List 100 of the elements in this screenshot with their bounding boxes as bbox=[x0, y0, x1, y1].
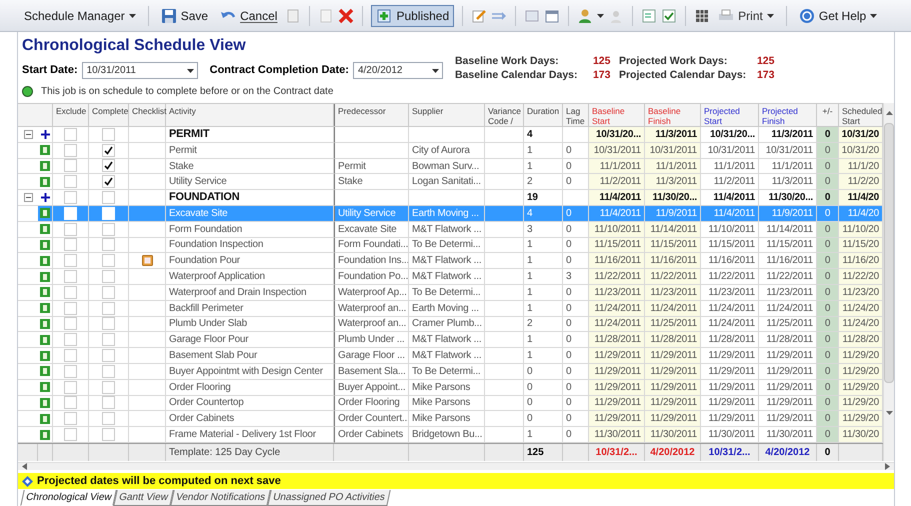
scrollbar-thumb[interactable] bbox=[884, 123, 894, 383]
checkbox[interactable] bbox=[64, 428, 77, 442]
collapse-icon[interactable] bbox=[24, 130, 32, 139]
table-row[interactable]: Order Countertop Order Flooring Mike Parsons 0 0 11/29/2011 11/29/2011 11/29/2011 11/29/2011 0 11/29/20 bbox=[18, 396, 883, 412]
column-header[interactable]: +/- bbox=[817, 104, 839, 126]
checkbox[interactable] bbox=[64, 396, 77, 410]
checkbox[interactable] bbox=[102, 175, 115, 188]
checkbox[interactable] bbox=[102, 380, 115, 394]
table-row[interactable]: FOUNDATION 19 11/4/2011 11/30/20... 11/4/2011 11/30/20... 0 11/4/20 bbox=[18, 190, 883, 206]
completion-date-field[interactable]: 4/20/2012 bbox=[352, 62, 443, 79]
checkbox[interactable] bbox=[64, 144, 77, 157]
checkbox[interactable] bbox=[102, 412, 115, 426]
published-button[interactable]: Published bbox=[371, 4, 454, 26]
checkbox[interactable] bbox=[102, 286, 115, 299]
column-header[interactable]: Baseline Finish bbox=[645, 104, 701, 126]
footer-cell bbox=[89, 444, 129, 461]
checkbox[interactable] bbox=[102, 364, 115, 378]
view-tab[interactable]: Gantt View bbox=[114, 490, 174, 506]
scroll-right-icon[interactable] bbox=[885, 462, 890, 470]
checkbox[interactable] bbox=[64, 286, 77, 299]
checkbox[interactable] bbox=[102, 333, 115, 346]
checkbox[interactable] bbox=[102, 191, 115, 204]
horizontal-scrollbar[interactable] bbox=[18, 462, 894, 470]
check-list-icon[interactable] bbox=[661, 8, 678, 24]
checkbox[interactable] bbox=[64, 302, 77, 315]
checkbox[interactable] bbox=[64, 270, 77, 284]
column-header[interactable]: Projected Finish bbox=[759, 104, 817, 126]
checkbox[interactable] bbox=[102, 254, 115, 268]
table-row[interactable]: Form Foundation Excavate Site M&T Flatwork ... 3 0 11/10/2011 11/14/2011 11/10/2011 11/14/2011 0 11/10/20 bbox=[18, 222, 883, 238]
checkbox[interactable] bbox=[64, 238, 77, 252]
checkbox[interactable] bbox=[102, 159, 115, 172]
view-tab[interactable]: Chronological View bbox=[20, 490, 118, 506]
help-button[interactable]: Get Help bbox=[794, 6, 882, 24]
table-row[interactable]: Permit City of Aurora 1 0 10/31/2011 10/31/2011 10/31/2011 10/31/2011 0 10/31/20 bbox=[18, 142, 883, 159]
column-header[interactable]: Variance Code / bbox=[485, 104, 524, 126]
document-icon[interactable] bbox=[285, 8, 302, 24]
table-row[interactable]: Buyer Appointmt with Design Center Basement Sla... To Be Determi... 0 0 11/29/2011 11/29/2011 11/29/2011 11/29/2011 0 11/29/20 bbox=[18, 364, 883, 380]
table-row[interactable]: Foundation Pour Foundation Ins... M&T Flatwork ... 1 0 11/16/2011 11/16/2011 11/16/2011 11/16/2011 0 11/16/20 bbox=[18, 253, 883, 270]
column-header[interactable]: Lag Time bbox=[563, 104, 589, 126]
table-row[interactable]: PERMIT 4 10/31/20... 11/3/2011 10/31/20... 11/3/2011 0 10/31/20 bbox=[18, 127, 883, 143]
checkbox[interactable] bbox=[102, 128, 115, 141]
collapse-icon[interactable] bbox=[24, 193, 32, 202]
table-row[interactable]: Backfill Perimeter Waterproof an... Earth Moving ... 1 0 11/24/2011 11/24/2011 11/24/2011 11/24/2011 0 11/24/20 bbox=[18, 300, 883, 317]
delete-icon[interactable] bbox=[338, 8, 354, 24]
table-row[interactable]: Basement Slab Pour Garage Floor ... M&T Flatwork ... 1 0 11/29/2011 11/29/2011 11/29/2011 11/29/2011 0 11/29/20 bbox=[18, 348, 883, 364]
column-header[interactable]: Baseline Start bbox=[589, 104, 645, 126]
view-tab[interactable]: Vendor Notifications bbox=[170, 490, 271, 506]
table-row[interactable]: Stake Permit Bowman Surv... 1 0 11/1/2011 11/1/2011 11/1/2011 11/1/2011 0 11/1/20 bbox=[18, 158, 883, 174]
print-button[interactable]: Print bbox=[714, 6, 778, 24]
checkbox[interactable] bbox=[102, 349, 115, 362]
column-header[interactable]: Projected Start bbox=[701, 104, 759, 126]
cancel-button[interactable]: Cancel bbox=[216, 6, 282, 24]
table-row[interactable]: Order Flooring Buyer Appoint... Mike Parsons 0 0 11/29/2011 11/29/2011 11/29/2011 11/29/2011 0 11/29/20 bbox=[18, 380, 883, 396]
checkbox[interactable] bbox=[102, 302, 115, 315]
column-header[interactable]: Supplier bbox=[409, 104, 485, 126]
calendar-icon[interactable] bbox=[544, 8, 560, 24]
table-row[interactable]: Frame Material - Delivery 1st Floor Order Cabinets Bridgetown Bu... 1 0 11/30/2011 11/30/2011 11/30/2011 11/30/2011 0 11/30/20 bbox=[18, 427, 883, 443]
variance-cell: 0 bbox=[817, 348, 839, 364]
checkbox[interactable] bbox=[64, 254, 77, 268]
checkbox[interactable] bbox=[64, 159, 77, 172]
start-date-field[interactable]: 10/31/2011 bbox=[82, 62, 198, 79]
checkbox[interactable] bbox=[102, 428, 115, 442]
column-header[interactable]: Duration bbox=[524, 104, 563, 126]
checkbox[interactable] bbox=[64, 412, 77, 426]
checkbox[interactable] bbox=[64, 191, 77, 204]
column-header[interactable]: Predecessor bbox=[334, 104, 409, 126]
checkbox[interactable] bbox=[102, 238, 115, 252]
scroll-left-icon[interactable] bbox=[22, 462, 27, 470]
column-header[interactable]: Exclude bbox=[53, 104, 89, 126]
table-cell bbox=[18, 158, 38, 174]
table-row[interactable]: Utility Service Stake Logan Sanitati... 2 0 11/2/2011 11/3/2011 11/2/2011 11/3/2011 0 11/2/20 bbox=[18, 174, 883, 190]
table-row[interactable]: Waterproof and Drain Inspection Waterproof Ap... To Be Determi... 1 0 11/23/2011 11/23/2011 11/23/2011 11/23/2011 0 11/23/20 bbox=[18, 284, 883, 301]
columns-icon[interactable] bbox=[694, 8, 710, 24]
checkbox[interactable] bbox=[102, 396, 115, 410]
checklist-icon[interactable] bbox=[142, 255, 152, 266]
pencil-page-icon[interactable] bbox=[471, 8, 488, 24]
checkbox[interactable] bbox=[102, 222, 115, 236]
table-row[interactable]: Foundation Inspection Form Foundati... To Be Determi... 1 0 11/15/2011 11/15/2011 11/15/2011 11/15/2011 0 11/15/20 bbox=[18, 238, 883, 254]
column-header[interactable]: Activity bbox=[166, 104, 334, 126]
checkbox[interactable] bbox=[64, 333, 77, 346]
checkbox[interactable] bbox=[64, 380, 77, 394]
table-row[interactable]: Garage Floor Pour Plumb Under ... M&T Flatwork ... 1 0 11/28/2011 11/28/2011 11/28/2011 11/28/2011 0 11/28/20 bbox=[18, 332, 883, 348]
checkbox[interactable] bbox=[64, 128, 77, 141]
column-header[interactable]: Checklist bbox=[129, 104, 166, 126]
view-tab[interactable]: Unassigned PO Activities bbox=[267, 490, 391, 506]
checkbox[interactable] bbox=[64, 222, 77, 236]
checkbox[interactable] bbox=[102, 270, 115, 284]
checkbox[interactable] bbox=[102, 317, 115, 330]
person-icon[interactable] bbox=[577, 8, 594, 24]
checkbox[interactable] bbox=[64, 317, 77, 330]
checkbox[interactable] bbox=[64, 364, 77, 378]
column-header[interactable]: Complete bbox=[89, 104, 129, 126]
schedule-manager-menu[interactable]: Schedule Manager bbox=[20, 6, 140, 24]
checkbox[interactable] bbox=[64, 349, 77, 362]
vertical-scrollbar[interactable] bbox=[883, 103, 894, 461]
checkbox[interactable] bbox=[102, 144, 115, 157]
table-row[interactable]: Plumb Under Slab Waterproof an... Cramer Plumb... 2 0 11/24/2011 11/25/2011 11/24/2011 11/25/2011 0 11/24/20 bbox=[18, 316, 883, 332]
save-button[interactable]: Save bbox=[156, 6, 212, 24]
table-row[interactable]: Waterproof Application Foundation Po... M&T Flatwork ... 1 3 11/22/2011 11/22/2011 11/22/2011 11/22/2011 0 11/22/20 bbox=[18, 269, 883, 285]
checkbox[interactable] bbox=[64, 175, 77, 188]
